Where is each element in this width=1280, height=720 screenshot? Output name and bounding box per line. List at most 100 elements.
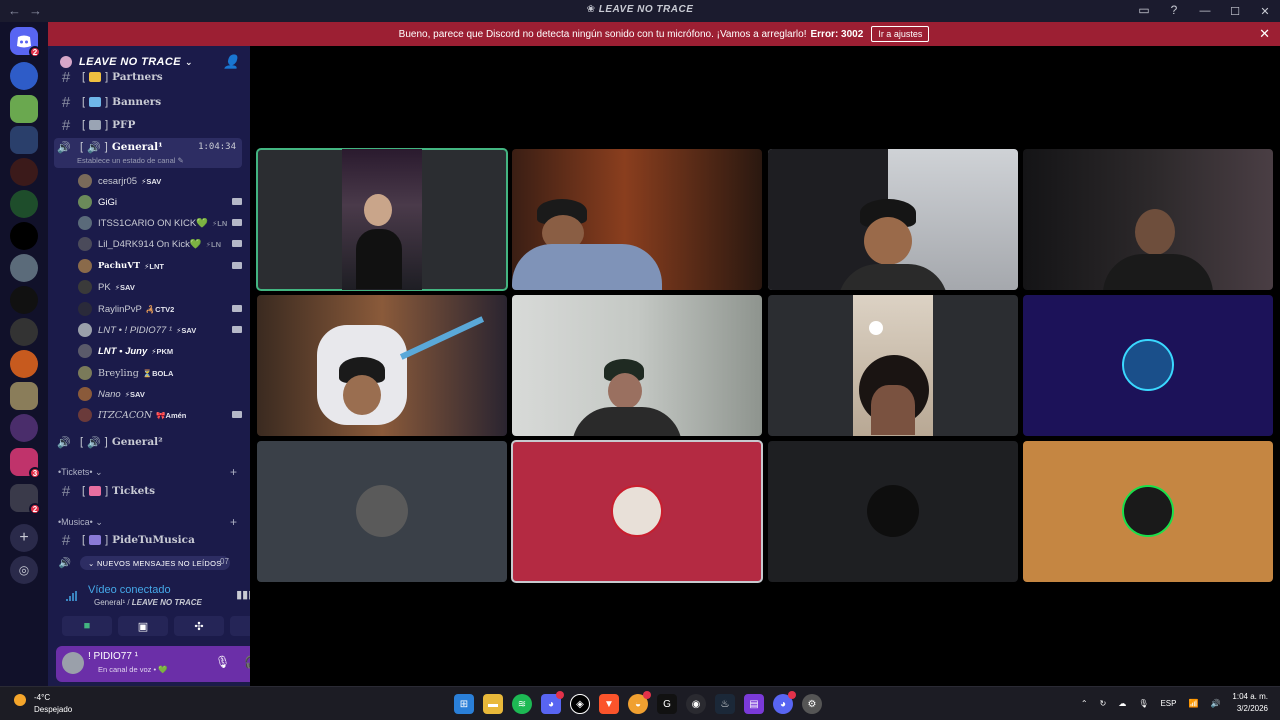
video-tile[interactable] <box>257 441 507 582</box>
discord-home-button[interactable]: 2 <box>10 27 41 58</box>
video-tile[interactable] <box>1023 441 1273 582</box>
video-tile[interactable] <box>768 149 1018 290</box>
channel-banners[interactable]: #[] Banners <box>56 92 244 112</box>
username[interactable]: ! PIDIO77 ¹ <box>88 651 138 662</box>
app-icon[interactable]: G <box>657 694 677 714</box>
add-member-icon[interactable]: 👤 <box>223 54 240 70</box>
close-icon[interactable]: ✕ <box>1259 26 1270 42</box>
video-tile[interactable] <box>256 148 508 291</box>
steam-icon[interactable]: ♨ <box>715 694 735 714</box>
voice-member[interactable]: Lil_D4RK914 On Kick💚 ⚡LN <box>78 234 242 254</box>
video-tile[interactable] <box>768 295 1018 436</box>
server-icon[interactable] <box>10 286 38 314</box>
server-icon[interactable] <box>10 126 38 154</box>
voice-member[interactable]: cesarjr05 ⚡SAV <box>78 171 242 191</box>
server-icon[interactable] <box>10 382 38 410</box>
add-server-icon[interactable]: + <box>10 524 38 552</box>
clock[interactable]: 1:04 a. m. 3/2/2026 <box>1232 691 1268 715</box>
server-icon[interactable] <box>10 254 38 282</box>
language-indicator[interactable]: ESP <box>1160 699 1176 708</box>
speaker-icon: 🔊 <box>57 142 71 154</box>
volume-icon[interactable]: 🔊 <box>1210 699 1220 708</box>
create-channel-icon[interactable]: + <box>230 465 237 479</box>
server-icon[interactable] <box>10 95 38 123</box>
voice-member[interactable]: LNT • ! PIDIO77 ¹ ⚡SAV <box>78 320 242 340</box>
cloud-icon[interactable]: ☁ <box>1118 699 1126 708</box>
app-icon[interactable]: ◈ <box>570 694 590 714</box>
obs-icon[interactable]: ◉ <box>686 694 706 714</box>
brave-icon[interactable]: ▼ <box>599 694 619 714</box>
server-icon[interactable] <box>10 414 38 442</box>
app-icon[interactable]: ◒ <box>628 691 651 714</box>
microphone-icon[interactable]: 🎙 <box>215 655 230 669</box>
voice-member[interactable]: LNT • Juny ⚡PKM <box>78 341 242 361</box>
discord-taskbar-icon[interactable]: ◕ <box>541 691 564 714</box>
maximize-button[interactable]: ☐ <box>1220 0 1250 22</box>
app-icon[interactable]: ▤ <box>744 694 764 714</box>
voice-member[interactable]: PachuVT ⚡LNT <box>78 256 242 276</box>
chevron-up-icon[interactable]: ⌃ <box>1081 699 1088 708</box>
server-icon[interactable] <box>10 190 38 218</box>
video-tile[interactable] <box>1023 295 1273 436</box>
minimize-button[interactable]: — <box>1190 0 1220 22</box>
voice-status-title[interactable]: Vídeo conectado <box>88 584 171 596</box>
channel-tickets[interactable]: #[] Tickets <box>56 481 244 501</box>
video-tile[interactable] <box>1023 149 1273 290</box>
file-explorer-icon[interactable]: ▬ <box>483 694 503 714</box>
text-channel-icon: # <box>61 93 71 111</box>
voice-member[interactable]: Nano ⚡SAV <box>78 384 242 404</box>
call-timer: 1:04:34 <box>198 142 236 152</box>
voice-channel-general-2[interactable]: 🔊[🔊] General² <box>54 432 242 452</box>
video-tile[interactable] <box>768 441 1018 582</box>
go-to-settings-button[interactable]: Ir a ajustes <box>871 26 930 42</box>
server-icon[interactable] <box>10 350 38 378</box>
channel-partners[interactable]: #[] Partners <box>56 70 244 84</box>
discord-taskbar-icon[interactable]: ◕ <box>773 691 796 714</box>
wifi-icon[interactable]: 📶 <box>1188 699 1198 708</box>
voice-member[interactable]: GiGi <box>78 192 242 212</box>
server-icon[interactable] <box>10 158 38 186</box>
screen-share-button[interactable]: ▣ <box>118 616 168 636</box>
server-rail: 2 3 2 + ◎ <box>0 22 48 686</box>
chevron-down-icon: ⌄ <box>184 56 193 67</box>
server-lock-icon[interactable] <box>10 62 38 90</box>
camera-button[interactable]: ■ <box>62 616 112 636</box>
avatar <box>611 485 663 537</box>
unread-messages-pill[interactable]: ⌄ NUEVOS MENSAJES NO LEÍDOS <box>80 556 230 570</box>
server-icon[interactable] <box>10 318 38 346</box>
activities-button[interactable]: ✣ <box>174 616 224 636</box>
category-tickets[interactable]: •Tickets• ⌄ + <box>58 465 237 479</box>
video-tile[interactable] <box>512 295 762 436</box>
discover-compass-icon[interactable]: ◎ <box>10 556 38 584</box>
help-icon[interactable]: ? <box>1166 2 1182 18</box>
inbox-icon[interactable]: ▭ <box>1136 2 1152 18</box>
voice-member[interactable]: PK ⚡SAV <box>78 277 242 297</box>
video-tile[interactable] <box>512 149 762 290</box>
notification-badge: 2 <box>29 503 41 515</box>
server-icon[interactable] <box>10 222 38 250</box>
voice-member[interactable]: RaylinPvP 🦂CTV2 <box>78 299 242 319</box>
server-folder-icon[interactable]: 2 <box>10 484 41 515</box>
create-channel-icon[interactable]: + <box>230 515 237 529</box>
spotify-icon[interactable]: ≋ <box>512 694 532 714</box>
voice-member[interactable]: Breyling ⏳BOLA <box>78 363 242 383</box>
settings-gear-icon[interactable]: ⚙ <box>802 694 822 714</box>
start-windows-icon[interactable]: ⊞ <box>454 694 474 714</box>
speaker-icon: 🔊 <box>58 557 72 569</box>
voice-channel-partial[interactable]: 🔊 <box>56 553 80 573</box>
channel-pfp[interactable]: #[] PFP <box>56 115 244 135</box>
avatar <box>78 344 92 358</box>
server-folder-icon[interactable]: 3 <box>10 448 41 479</box>
channel-pidetumusica[interactable]: #[] PideTuMusica <box>56 530 244 550</box>
avatar[interactable] <box>62 652 84 674</box>
video-tile[interactable] <box>511 440 763 583</box>
video-tile[interactable] <box>257 295 507 436</box>
participant-video <box>853 295 933 436</box>
category-musica[interactable]: •Musica• ⌄ + <box>58 515 237 529</box>
voice-member[interactable]: ITZCACON 🎀Amén <box>78 405 242 425</box>
sync-icon[interactable]: ↻ <box>1100 699 1107 708</box>
microphone-icon[interactable]: 🎙 <box>1138 699 1148 708</box>
close-window-button[interactable]: ✕ <box>1250 0 1280 22</box>
voice-member[interactable]: ITSS1CARIO ON KICK💚 ⚡LN <box>78 213 242 233</box>
set-channel-status[interactable]: Establece un estado de canal ✎ <box>77 156 184 165</box>
